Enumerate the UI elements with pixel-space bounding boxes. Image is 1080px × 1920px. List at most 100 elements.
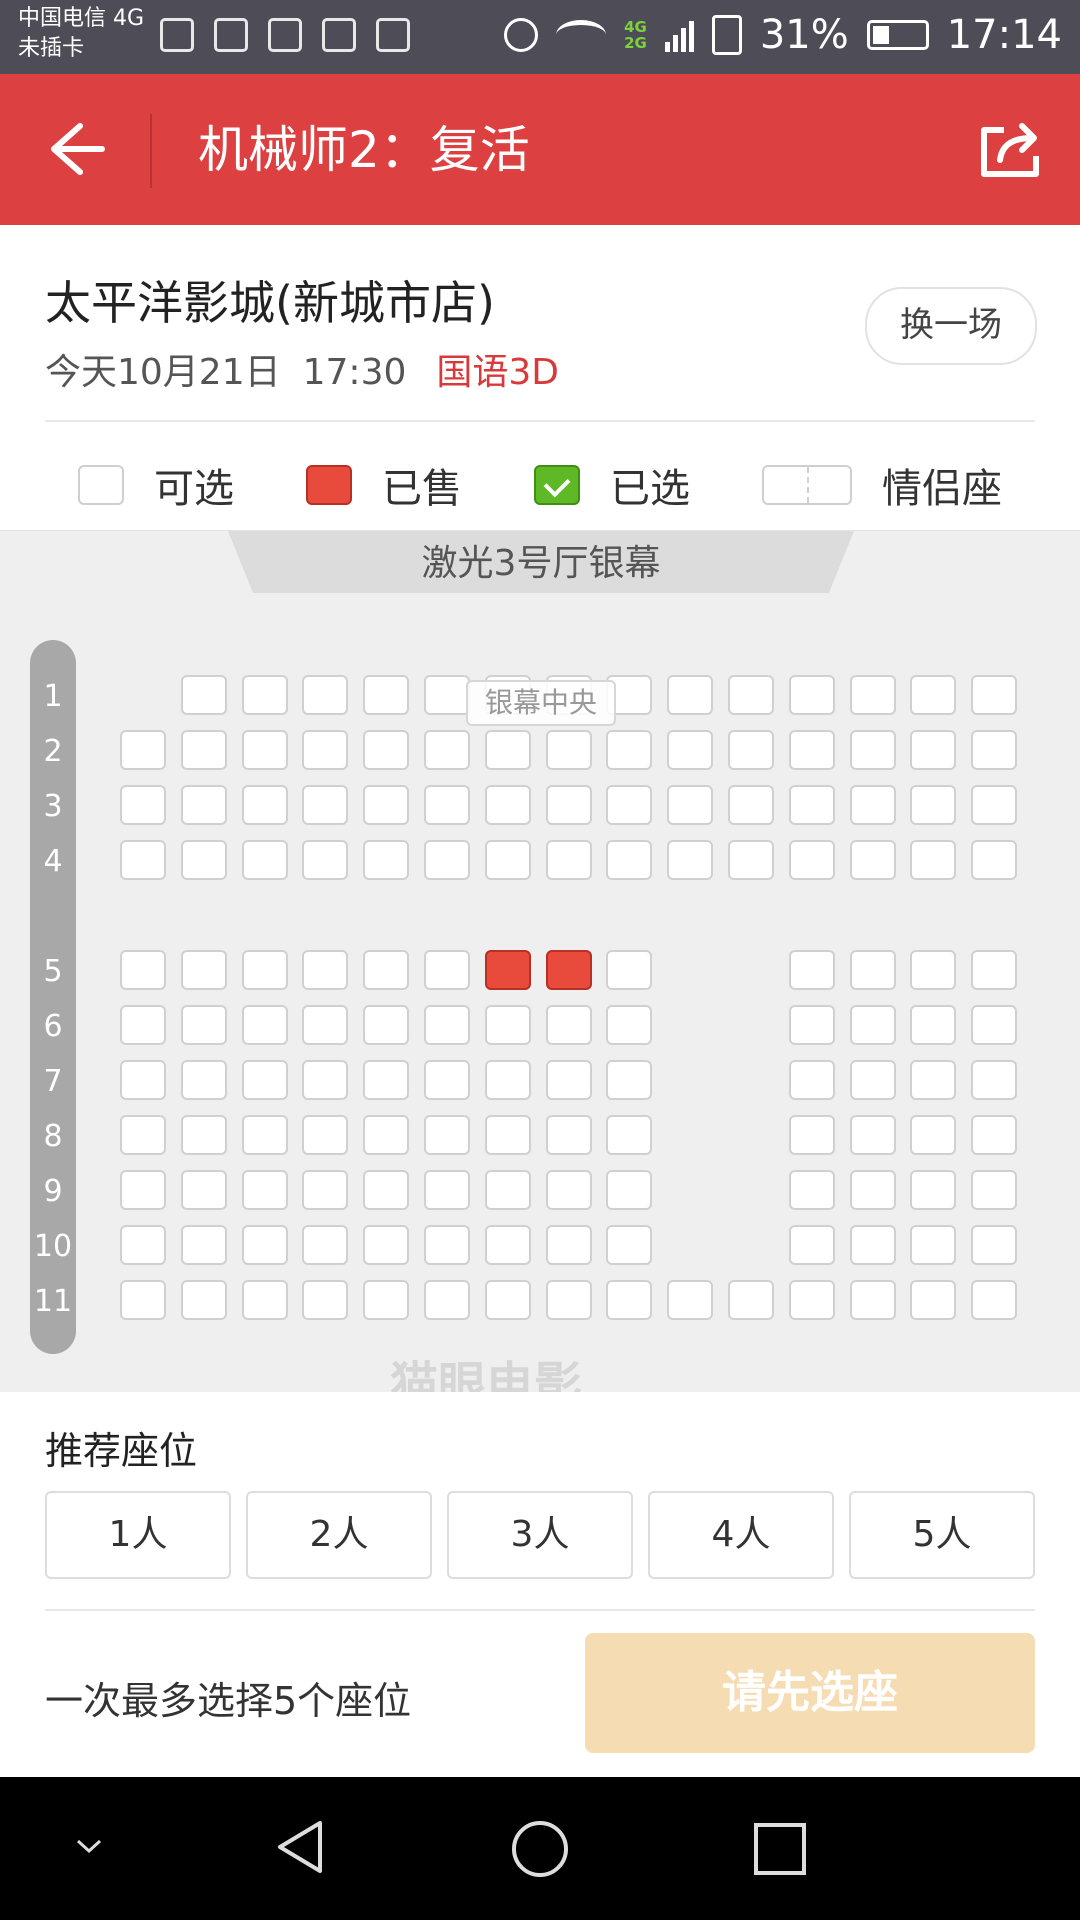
seat[interactable] [302,840,349,880]
seat[interactable] [424,675,470,715]
seat[interactable] [302,1115,349,1155]
seat[interactable] [971,1060,1018,1100]
seat[interactable] [545,1005,592,1045]
seat[interactable] [788,1225,835,1265]
seat[interactable] [667,675,714,715]
seat[interactable] [180,1170,227,1210]
seat[interactable] [180,950,227,990]
seat[interactable] [728,1280,774,1320]
seat[interactable] [728,675,774,715]
seat[interactable] [788,1280,835,1320]
seat[interactable] [120,730,166,770]
seat[interactable] [606,840,653,880]
seat[interactable] [363,950,410,990]
seat[interactable] [120,1115,166,1155]
seat[interactable] [180,785,227,825]
seat[interactable] [120,1060,166,1100]
seat[interactable] [606,1115,653,1155]
seat[interactable] [363,1170,410,1210]
seat[interactable] [363,675,410,715]
seat[interactable] [484,1280,531,1320]
seat[interactable] [180,1115,227,1155]
seat[interactable] [424,730,470,770]
seat[interactable] [788,730,835,770]
seat[interactable] [728,840,774,880]
seat[interactable] [971,675,1018,715]
seat[interactable] [484,1170,531,1210]
seat[interactable] [424,1225,470,1265]
seat[interactable] [484,1115,531,1155]
seat[interactable] [241,730,288,770]
seat[interactable] [424,950,470,990]
seat[interactable] [971,1115,1018,1155]
seat[interactable] [849,1060,896,1100]
seat[interactable] [849,840,896,880]
seat[interactable] [788,950,835,990]
seat[interactable] [484,1005,531,1045]
seat[interactable] [120,1225,166,1265]
seat[interactable] [910,730,957,770]
seat[interactable] [241,675,288,715]
seat[interactable] [424,1060,470,1100]
share-icon[interactable] [978,116,1044,182]
seat[interactable] [363,785,410,825]
seat[interactable] [971,840,1018,880]
seat[interactable] [302,1005,349,1045]
seat[interactable] [667,1280,714,1320]
nav-home-icon[interactable] [510,1819,570,1879]
seat[interactable] [667,730,714,770]
seat[interactable] [910,1060,957,1100]
seat[interactable] [971,785,1018,825]
seat[interactable] [849,730,896,770]
seat[interactable] [910,1005,957,1045]
seat[interactable] [302,1170,349,1210]
seat[interactable] [363,1225,410,1265]
seat[interactable] [788,840,835,880]
seat[interactable] [545,1280,592,1320]
seat[interactable] [302,730,349,770]
seat[interactable] [849,785,896,825]
seat[interactable] [910,1280,957,1320]
seat[interactable] [484,840,531,880]
seat[interactable] [606,1225,653,1265]
seat[interactable] [484,1225,531,1265]
seat[interactable] [363,1005,410,1045]
seat[interactable] [363,730,410,770]
seat[interactable] [180,1005,227,1045]
chevron-down-icon[interactable] [74,1837,104,1857]
nav-back-icon[interactable] [272,1817,328,1877]
seat[interactable] [545,1170,592,1210]
seat[interactable] [788,785,835,825]
seat[interactable] [241,1225,288,1265]
seat[interactable] [849,950,896,990]
seat[interactable] [484,785,531,825]
seat[interactable] [120,1170,166,1210]
seat[interactable] [545,1225,592,1265]
seat[interactable] [120,785,166,825]
seat[interactable] [180,730,227,770]
seat[interactable] [120,1005,166,1045]
seat[interactable] [849,1170,896,1210]
seat[interactable] [606,1280,653,1320]
seat[interactable] [424,1005,470,1045]
change-showtime-button[interactable]: 换一场 [865,287,1037,365]
seat[interactable] [728,730,774,770]
seat[interactable] [606,730,653,770]
seat[interactable] [728,785,774,825]
seat[interactable] [241,1005,288,1045]
seat[interactable] [606,950,653,990]
seat[interactable] [788,675,835,715]
seat[interactable] [302,1280,349,1320]
seat[interactable] [484,730,531,770]
seat[interactable] [180,840,227,880]
recommend-1-button[interactable]: 1人 [45,1491,231,1579]
seat[interactable] [849,1225,896,1265]
recommend-5-button[interactable]: 5人 [849,1491,1035,1579]
seat[interactable] [849,1280,896,1320]
seat[interactable] [241,1060,288,1100]
seat[interactable] [180,675,227,715]
seat[interactable] [910,840,957,880]
seat[interactable] [302,950,349,990]
seat[interactable] [910,1115,957,1155]
seat[interactable] [302,785,349,825]
